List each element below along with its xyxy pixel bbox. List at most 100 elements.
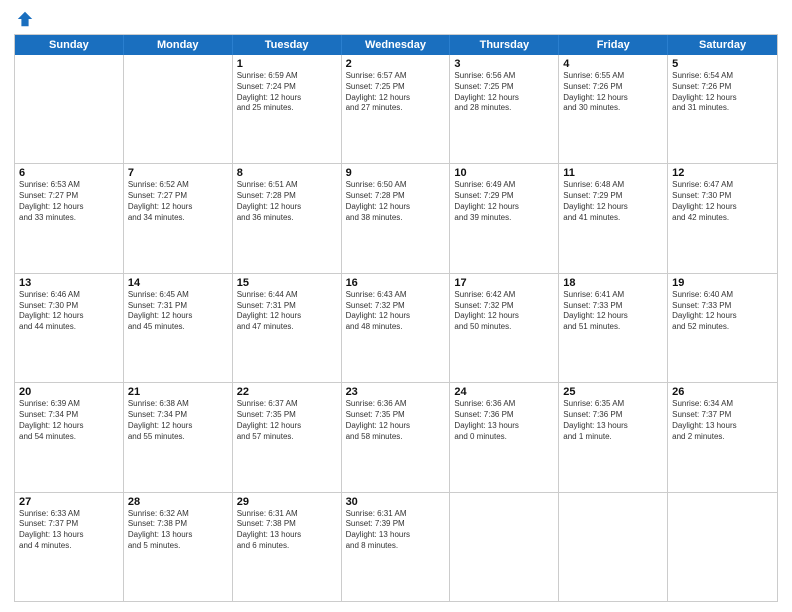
day-number: 25 <box>563 386 663 398</box>
day-cell-24: 24Sunrise: 6:36 AM Sunset: 7:36 PM Dayli… <box>450 383 559 491</box>
day-cell-3: 3Sunrise: 6:56 AM Sunset: 7:25 PM Daylig… <box>450 55 559 163</box>
page-header <box>14 10 778 28</box>
day-detail: Sunrise: 6:40 AM Sunset: 7:33 PM Dayligh… <box>672 290 773 333</box>
day-detail: Sunrise: 6:34 AM Sunset: 7:37 PM Dayligh… <box>672 399 773 442</box>
day-number: 5 <box>672 58 773 70</box>
day-cell-10: 10Sunrise: 6:49 AM Sunset: 7:29 PM Dayli… <box>450 164 559 272</box>
calendar: SundayMondayTuesdayWednesdayThursdayFrid… <box>14 34 778 602</box>
day-number: 1 <box>237 58 337 70</box>
calendar-row-3: 13Sunrise: 6:46 AM Sunset: 7:30 PM Dayli… <box>15 274 777 383</box>
day-detail: Sunrise: 6:42 AM Sunset: 7:32 PM Dayligh… <box>454 290 554 333</box>
empty-cell <box>124 55 233 163</box>
day-cell-29: 29Sunrise: 6:31 AM Sunset: 7:38 PM Dayli… <box>233 493 342 601</box>
weekday-header-monday: Monday <box>124 35 233 55</box>
day-detail: Sunrise: 6:49 AM Sunset: 7:29 PM Dayligh… <box>454 180 554 223</box>
day-number: 20 <box>19 386 119 398</box>
day-cell-13: 13Sunrise: 6:46 AM Sunset: 7:30 PM Dayli… <box>15 274 124 382</box>
day-number: 24 <box>454 386 554 398</box>
calendar-row-5: 27Sunrise: 6:33 AM Sunset: 7:37 PM Dayli… <box>15 493 777 601</box>
day-number: 12 <box>672 167 773 179</box>
logo-icon <box>16 10 34 28</box>
day-number: 4 <box>563 58 663 70</box>
empty-cell <box>15 55 124 163</box>
day-cell-25: 25Sunrise: 6:35 AM Sunset: 7:36 PM Dayli… <box>559 383 668 491</box>
day-number: 22 <box>237 386 337 398</box>
calendar-row-4: 20Sunrise: 6:39 AM Sunset: 7:34 PM Dayli… <box>15 383 777 492</box>
day-number: 30 <box>346 496 446 508</box>
day-number: 26 <box>672 386 773 398</box>
day-cell-2: 2Sunrise: 6:57 AM Sunset: 7:25 PM Daylig… <box>342 55 451 163</box>
day-cell-7: 7Sunrise: 6:52 AM Sunset: 7:27 PM Daylig… <box>124 164 233 272</box>
day-detail: Sunrise: 6:32 AM Sunset: 7:38 PM Dayligh… <box>128 509 228 552</box>
day-cell-12: 12Sunrise: 6:47 AM Sunset: 7:30 PM Dayli… <box>668 164 777 272</box>
day-detail: Sunrise: 6:50 AM Sunset: 7:28 PM Dayligh… <box>346 180 446 223</box>
day-detail: Sunrise: 6:52 AM Sunset: 7:27 PM Dayligh… <box>128 180 228 223</box>
day-cell-19: 19Sunrise: 6:40 AM Sunset: 7:33 PM Dayli… <box>668 274 777 382</box>
weekday-header-thursday: Thursday <box>450 35 559 55</box>
day-number: 10 <box>454 167 554 179</box>
day-number: 21 <box>128 386 228 398</box>
calendar-body: 1Sunrise: 6:59 AM Sunset: 7:24 PM Daylig… <box>15 55 777 601</box>
day-cell-11: 11Sunrise: 6:48 AM Sunset: 7:29 PM Dayli… <box>559 164 668 272</box>
day-detail: Sunrise: 6:45 AM Sunset: 7:31 PM Dayligh… <box>128 290 228 333</box>
day-cell-28: 28Sunrise: 6:32 AM Sunset: 7:38 PM Dayli… <box>124 493 233 601</box>
day-detail: Sunrise: 6:39 AM Sunset: 7:34 PM Dayligh… <box>19 399 119 442</box>
day-cell-26: 26Sunrise: 6:34 AM Sunset: 7:37 PM Dayli… <box>668 383 777 491</box>
day-detail: Sunrise: 6:41 AM Sunset: 7:33 PM Dayligh… <box>563 290 663 333</box>
day-detail: Sunrise: 6:55 AM Sunset: 7:26 PM Dayligh… <box>563 71 663 114</box>
day-detail: Sunrise: 6:31 AM Sunset: 7:39 PM Dayligh… <box>346 509 446 552</box>
day-number: 14 <box>128 277 228 289</box>
day-number: 28 <box>128 496 228 508</box>
day-number: 6 <box>19 167 119 179</box>
day-cell-15: 15Sunrise: 6:44 AM Sunset: 7:31 PM Dayli… <box>233 274 342 382</box>
calendar-row-1: 1Sunrise: 6:59 AM Sunset: 7:24 PM Daylig… <box>15 55 777 164</box>
day-detail: Sunrise: 6:59 AM Sunset: 7:24 PM Dayligh… <box>237 71 337 114</box>
day-detail: Sunrise: 6:44 AM Sunset: 7:31 PM Dayligh… <box>237 290 337 333</box>
day-detail: Sunrise: 6:33 AM Sunset: 7:37 PM Dayligh… <box>19 509 119 552</box>
logo <box>14 10 34 28</box>
day-detail: Sunrise: 6:54 AM Sunset: 7:26 PM Dayligh… <box>672 71 773 114</box>
day-detail: Sunrise: 6:53 AM Sunset: 7:27 PM Dayligh… <box>19 180 119 223</box>
day-cell-17: 17Sunrise: 6:42 AM Sunset: 7:32 PM Dayli… <box>450 274 559 382</box>
weekday-header-saturday: Saturday <box>668 35 777 55</box>
day-detail: Sunrise: 6:51 AM Sunset: 7:28 PM Dayligh… <box>237 180 337 223</box>
day-number: 16 <box>346 277 446 289</box>
day-number: 23 <box>346 386 446 398</box>
day-detail: Sunrise: 6:35 AM Sunset: 7:36 PM Dayligh… <box>563 399 663 442</box>
calendar-row-2: 6Sunrise: 6:53 AM Sunset: 7:27 PM Daylig… <box>15 164 777 273</box>
day-cell-30: 30Sunrise: 6:31 AM Sunset: 7:39 PM Dayli… <box>342 493 451 601</box>
day-detail: Sunrise: 6:43 AM Sunset: 7:32 PM Dayligh… <box>346 290 446 333</box>
day-number: 11 <box>563 167 663 179</box>
day-number: 18 <box>563 277 663 289</box>
day-detail: Sunrise: 6:46 AM Sunset: 7:30 PM Dayligh… <box>19 290 119 333</box>
empty-cell <box>559 493 668 601</box>
day-number: 27 <box>19 496 119 508</box>
day-detail: Sunrise: 6:36 AM Sunset: 7:35 PM Dayligh… <box>346 399 446 442</box>
day-cell-9: 9Sunrise: 6:50 AM Sunset: 7:28 PM Daylig… <box>342 164 451 272</box>
weekday-header-wednesday: Wednesday <box>342 35 451 55</box>
day-cell-5: 5Sunrise: 6:54 AM Sunset: 7:26 PM Daylig… <box>668 55 777 163</box>
day-cell-21: 21Sunrise: 6:38 AM Sunset: 7:34 PM Dayli… <box>124 383 233 491</box>
day-number: 15 <box>237 277 337 289</box>
day-number: 19 <box>672 277 773 289</box>
day-detail: Sunrise: 6:36 AM Sunset: 7:36 PM Dayligh… <box>454 399 554 442</box>
day-cell-20: 20Sunrise: 6:39 AM Sunset: 7:34 PM Dayli… <box>15 383 124 491</box>
weekday-header-tuesday: Tuesday <box>233 35 342 55</box>
day-detail: Sunrise: 6:56 AM Sunset: 7:25 PM Dayligh… <box>454 71 554 114</box>
weekday-header-friday: Friday <box>559 35 668 55</box>
day-detail: Sunrise: 6:57 AM Sunset: 7:25 PM Dayligh… <box>346 71 446 114</box>
day-number: 13 <box>19 277 119 289</box>
day-detail: Sunrise: 6:31 AM Sunset: 7:38 PM Dayligh… <box>237 509 337 552</box>
day-number: 8 <box>237 167 337 179</box>
day-cell-18: 18Sunrise: 6:41 AM Sunset: 7:33 PM Dayli… <box>559 274 668 382</box>
day-cell-1: 1Sunrise: 6:59 AM Sunset: 7:24 PM Daylig… <box>233 55 342 163</box>
day-detail: Sunrise: 6:47 AM Sunset: 7:30 PM Dayligh… <box>672 180 773 223</box>
day-detail: Sunrise: 6:37 AM Sunset: 7:35 PM Dayligh… <box>237 399 337 442</box>
day-cell-8: 8Sunrise: 6:51 AM Sunset: 7:28 PM Daylig… <box>233 164 342 272</box>
day-cell-4: 4Sunrise: 6:55 AM Sunset: 7:26 PM Daylig… <box>559 55 668 163</box>
day-detail: Sunrise: 6:38 AM Sunset: 7:34 PM Dayligh… <box>128 399 228 442</box>
day-number: 17 <box>454 277 554 289</box>
day-cell-16: 16Sunrise: 6:43 AM Sunset: 7:32 PM Dayli… <box>342 274 451 382</box>
day-cell-22: 22Sunrise: 6:37 AM Sunset: 7:35 PM Dayli… <box>233 383 342 491</box>
day-cell-6: 6Sunrise: 6:53 AM Sunset: 7:27 PM Daylig… <box>15 164 124 272</box>
